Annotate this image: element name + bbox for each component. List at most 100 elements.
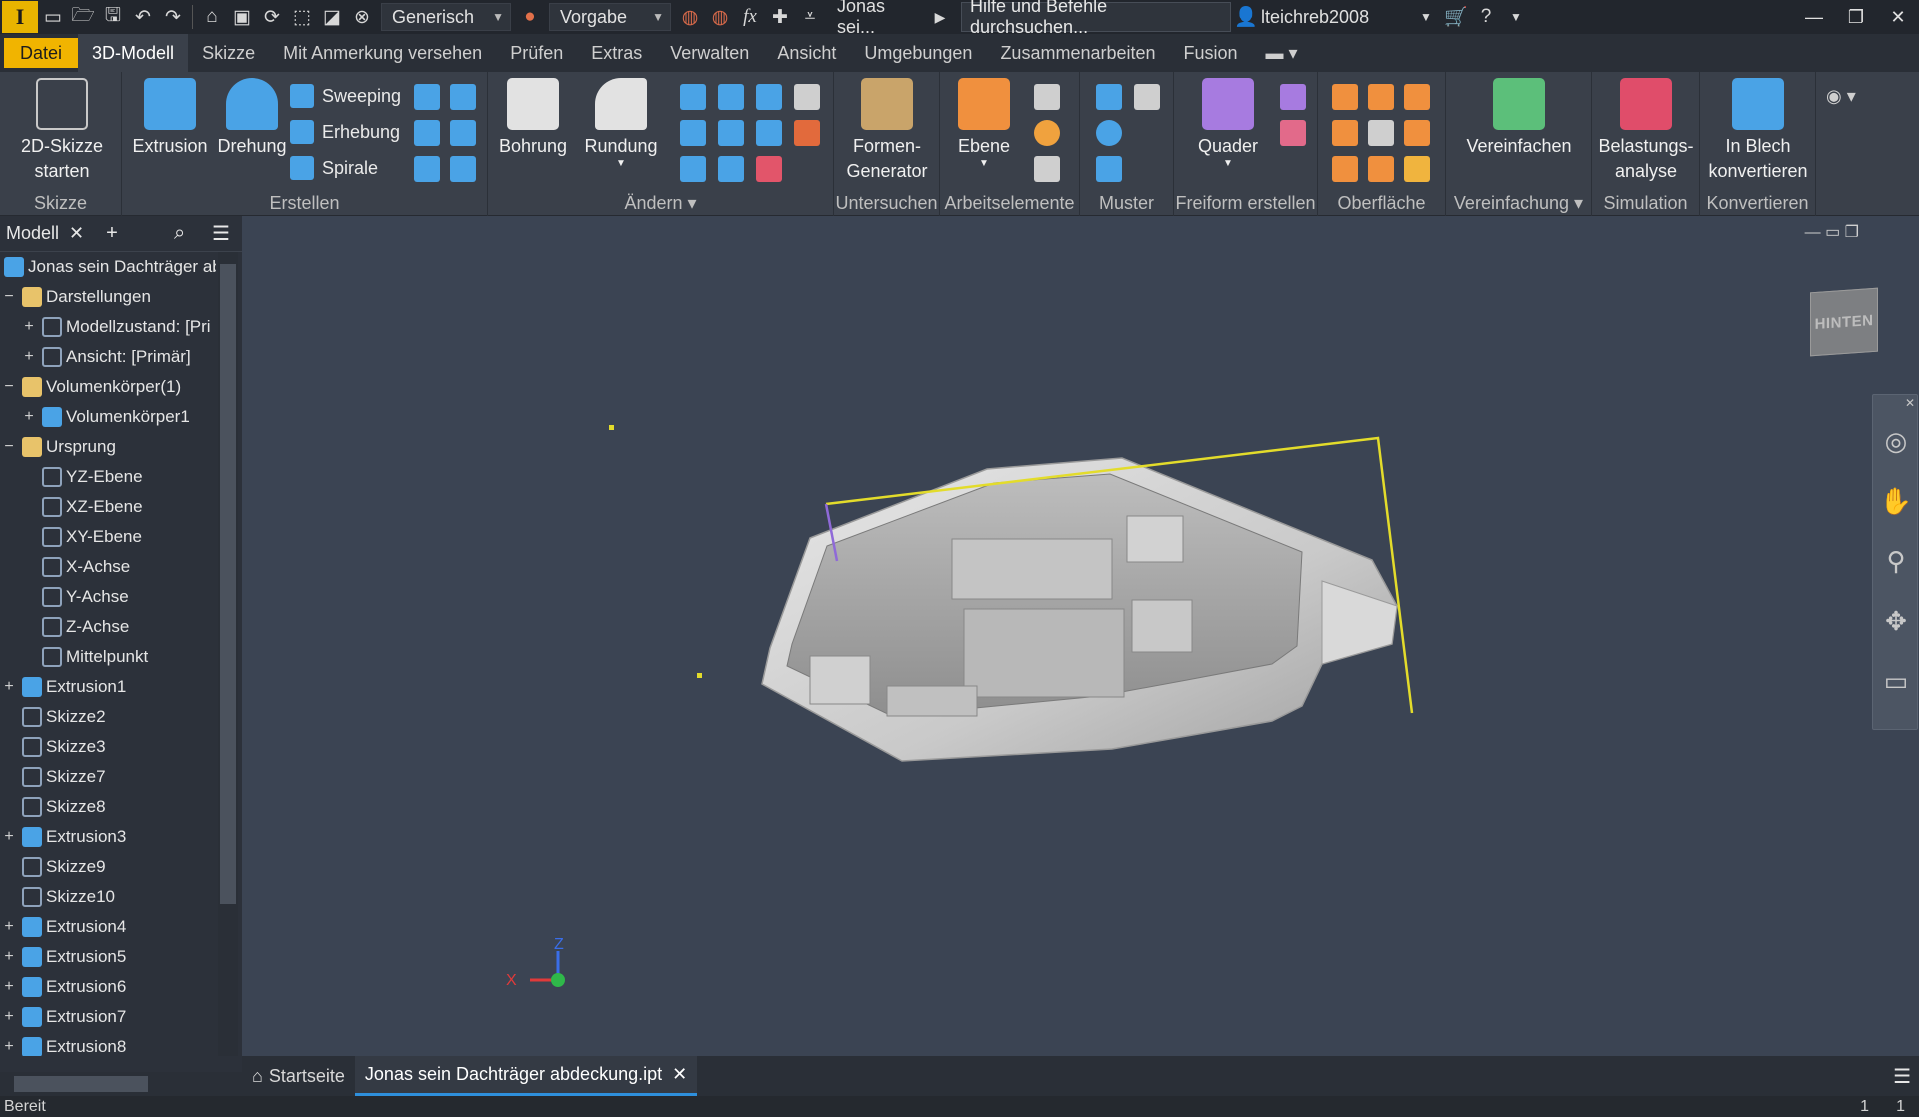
formen-generator-button[interactable]: Formen- Generator [838,78,936,184]
quader-button[interactable]: Quader ▼ [1182,78,1274,169]
tree-toggle-icon[interactable]: + [2,1008,16,1026]
help-icon[interactable]: ? [1471,2,1501,32]
tree-node[interactable]: + Extrusion3 [0,822,216,852]
sketch-point[interactable] [609,425,614,430]
panel-title-aendern[interactable]: Ändern ▾ [488,193,833,214]
open-folder-icon[interactable]: 🗁 [68,2,98,32]
face-draft-icon[interactable] [1368,156,1394,182]
tree-node[interactable]: − Volumenkörper(1) [0,372,216,402]
patch-icon[interactable] [1368,84,1394,110]
chamfer-icon[interactable] [680,84,706,110]
vereinfachen-button[interactable]: Vereinfachen [1452,78,1586,159]
tab-zusammenarbeiten[interactable]: Zusammenarbeiten [986,34,1169,72]
direct-edit-icon[interactable] [794,84,820,110]
rundung-button[interactable]: Rundung ▼ [578,78,664,169]
emboss-icon[interactable] [414,84,440,110]
chevron-down-icon[interactable]: ▼ [1411,2,1441,32]
tree-toggle-icon[interactable]: − [2,438,16,456]
look-at-icon[interactable]: ▭ [1873,651,1919,711]
new-file-icon[interactable]: ▭ [38,2,68,32]
customize-icon[interactable]: ⩡ [795,2,825,32]
boundary-patch-icon[interactable] [1332,156,1358,182]
restore-icon[interactable]: ❐ [1835,0,1877,34]
tree-node[interactable]: Skizze8 [0,792,216,822]
tab-3d-modell[interactable]: 3D-Modell [78,34,189,72]
in-blech-konvertieren-button[interactable]: In Blech konvertieren [1704,78,1812,184]
tree-toggle-icon[interactable]: + [2,1038,16,1056]
tree-node[interactable]: XZ-Ebene [0,492,216,522]
tree-node[interactable]: Skizze2 [0,702,216,732]
save-icon[interactable]: 🖫 [98,2,128,32]
drehung-button[interactable]: Drehung [212,78,292,159]
tree-node[interactable]: + Extrusion7 [0,1002,216,1032]
import-icon[interactable] [450,156,476,182]
chevron-down-icon[interactable]: ▼ [1501,2,1531,32]
tree-node[interactable]: X-Achse [0,552,216,582]
tab-fusion[interactable]: Fusion [1170,34,1252,72]
search-icon[interactable]: ⌕ [174,222,185,245]
tree-toggle-icon[interactable]: − [2,288,16,306]
user-name[interactable]: lteichreb2008 [1261,7,1411,28]
tree-toggle-icon[interactable]: + [2,828,16,846]
rectangular-pattern-icon[interactable] [1096,84,1122,110]
tree-toggle-icon[interactable]: + [22,318,36,336]
tree-node[interactable]: Skizze9 [0,852,216,882]
projects-icon[interactable]: ▣ [227,2,257,32]
tree-root[interactable]: Jonas sein Dachträger abc [0,252,216,282]
fx-parameters-icon[interactable]: fx [735,2,765,32]
close-icon[interactable]: ✕ [69,223,84,244]
tree-toggle-icon[interactable]: − [2,378,16,396]
menu-icon[interactable]: ☰ [212,221,230,246]
color-override-icon[interactable]: ◪ [317,2,347,32]
tree-node[interactable]: + Modellzustand: [Pri [0,312,216,342]
ebene-button[interactable]: Ebene ▼ [948,78,1020,169]
viewcube[interactable]: HINTEN [1810,287,1878,357]
stitch-icon[interactable] [1332,84,1358,110]
tree-toggle-icon[interactable]: + [22,408,36,426]
sweeping-button[interactable]: Sweeping [290,80,401,112]
browser-horizontal-scrollbar[interactable] [0,1072,242,1096]
close-icon[interactable]: ✕ [672,1064,687,1085]
tab-extras[interactable]: Extras [577,34,656,72]
tree-node[interactable]: Skizze7 [0,762,216,792]
update-icon[interactable]: ⟳ [257,2,287,32]
ucs-icon[interactable] [1034,156,1060,182]
tree-node[interactable]: Mittelpunkt [0,642,216,672]
tab-ansicht[interactable]: Ansicht [763,34,850,72]
combine-icon[interactable] [718,120,744,146]
tree-node[interactable]: Y-Achse [0,582,216,612]
unwrap-icon[interactable] [414,156,440,182]
tree-node[interactable]: Skizze3 [0,732,216,762]
pan-icon[interactable]: ✋ [1873,471,1919,531]
tree-node[interactable]: + Extrusion5 [0,942,216,972]
appearance-dropdown[interactable]: Generisch ▼ [381,3,511,31]
sketch-pattern-icon[interactable] [1096,156,1122,182]
document-menu-icon[interactable]: ☰ [1893,1064,1911,1089]
erhebung-button[interactable]: Erhebung [290,116,400,148]
thicken-icon[interactable] [756,120,782,146]
cart-icon[interactable]: 🛒 [1441,2,1471,32]
mirror-icon[interactable] [1134,84,1160,110]
spirale-button[interactable]: Spirale [290,152,378,184]
close-icon[interactable]: ✕ [1877,0,1919,34]
plus-icon[interactable]: ✚ [765,2,795,32]
delete-face-icon[interactable] [756,156,782,182]
bend-part-icon[interactable] [794,120,820,146]
tab-active-document[interactable]: Jonas sein Dachträger abdeckung.ipt ✕ [354,1056,698,1096]
material-dropdown[interactable]: Vorgabe ▼ [549,3,671,31]
browser-vertical-scrollbar[interactable] [218,252,238,1056]
ribbon-display-options-icon[interactable]: ▬ ▾ [1252,34,1312,72]
tree-node[interactable]: + Extrusion1 [0,672,216,702]
ribbon-overflow-icon[interactable]: ◉ ▾ [1826,86,1856,107]
draft-icon[interactable] [680,120,706,146]
tree-node[interactable]: + Extrusion6 [0,972,216,1002]
extend-icon[interactable] [1404,120,1430,146]
select-icon[interactable]: ⬚ [287,2,317,32]
repair-icon[interactable] [1404,156,1430,182]
tree-node[interactable]: − Darstellungen [0,282,216,312]
tree-node[interactable]: Z-Achse [0,612,216,642]
clear-override-icon[interactable]: ◍ [705,2,735,32]
user-icon[interactable]: 👤 [1231,2,1261,32]
search-input[interactable]: Hilfe und Befehle durchsuchen... [961,0,1231,37]
rib-icon[interactable] [414,120,440,146]
